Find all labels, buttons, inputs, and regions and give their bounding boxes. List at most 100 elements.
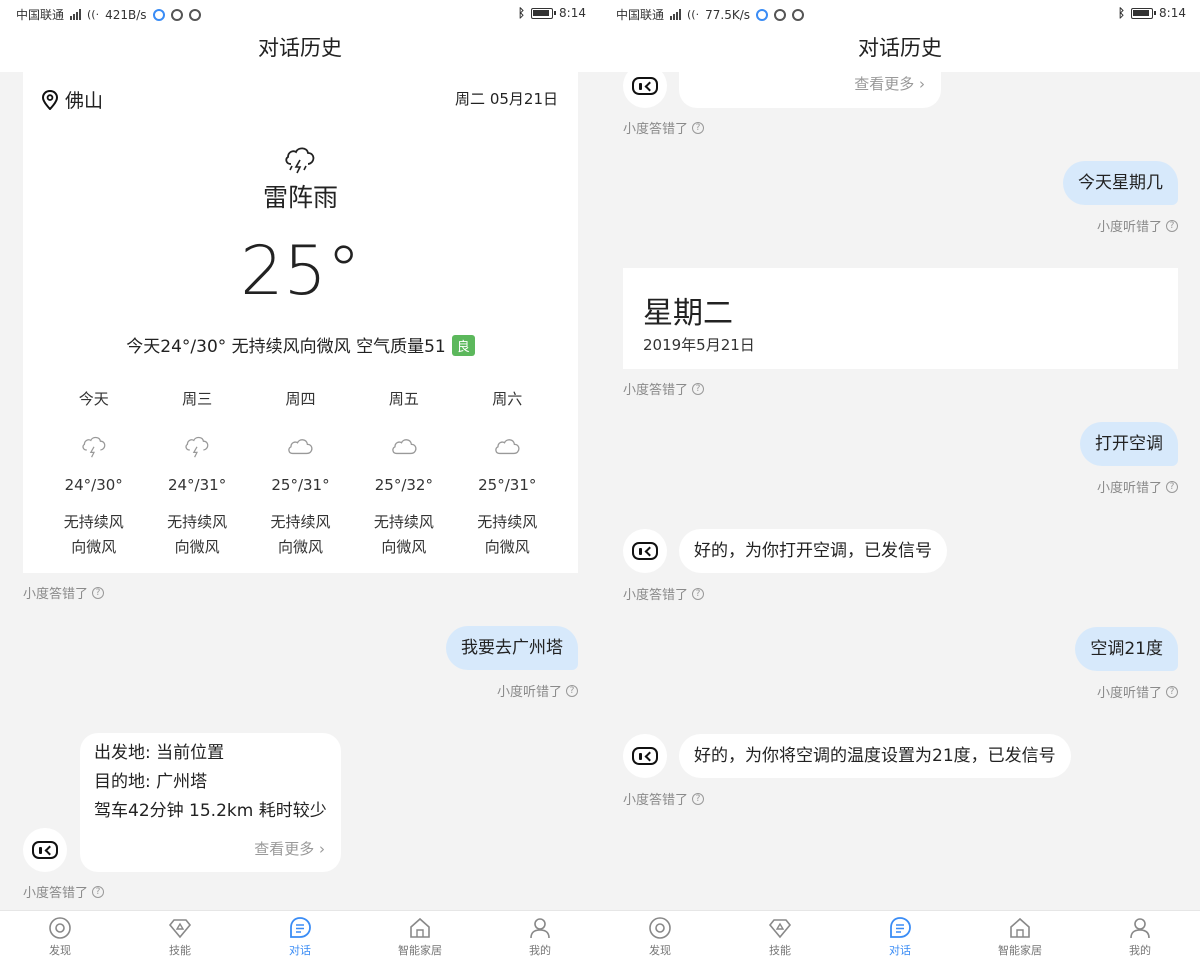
weekday-label: 星期二: [643, 296, 733, 331]
tab-smart-home[interactable]: 智能家居: [360, 911, 480, 960]
weather-location: 佛山: [41, 86, 103, 113]
discover-icon: [49, 917, 71, 939]
robot-face-icon: [632, 747, 658, 765]
feedback-text: 小度答错了: [623, 588, 689, 603]
bot-message-bubble[interactable]: 好的，为你打开空调，已发信号: [679, 529, 947, 573]
see-more-link[interactable]: 查看更多 ›: [254, 838, 325, 859]
forecast-day: 周四 25°/31° 无持续风 向微风: [249, 388, 352, 560]
route-info: 驾车42分钟 15.2km 耗时较少: [94, 801, 327, 821]
bot-feedback-link[interactable]: 小度答错了?: [623, 118, 705, 137]
full-date-label: 2019年5月21日: [643, 336, 755, 354]
status-bar: 中国联通 ((· 77.5K/s ᛒ 8:14: [600, 0, 1200, 28]
feedback-text: 小度听错了: [1096, 481, 1162, 496]
smart-home-icon: [1010, 917, 1030, 938]
forecast-day-label: 周三: [182, 390, 213, 408]
cloud-icon: [288, 439, 313, 455]
tab-smart-home[interactable]: 智能家居: [960, 911, 1080, 960]
see-more-link[interactable]: 查看更多 ›: [854, 73, 925, 94]
feedback-text: 小度听错了: [1096, 220, 1162, 235]
wifi-icon: ((·: [687, 8, 700, 21]
status-bar: 中国联通 ((· 421B/s ᛒ 8:14: [0, 0, 600, 28]
forecast-row: 今天 24°/30° 无持续风 向微风 周三 24°/31° 无持续风 向微风 周四…: [42, 388, 559, 560]
right-screen: 中国联通 ((· 77.5K/s ᛒ 8:14 查看更多 › 对话历史 小度答错…: [600, 0, 1200, 960]
forecast-wind-line1: 无持续风: [270, 513, 331, 531]
user-feedback-link[interactable]: 小度听错了?: [1097, 216, 1178, 235]
bottom-nav: 发现 技能 对话 智能家居 我的: [0, 910, 600, 960]
thunderstorm-icon: [82, 436, 106, 458]
discover-icon: [649, 917, 671, 939]
tab-label: 对话: [889, 944, 911, 957]
location-pin-icon: [41, 89, 59, 110]
date-card[interactable]: 星期二 2019年5月21日: [623, 268, 1178, 369]
robot-face-icon: [632, 542, 658, 560]
air-quality-badge: 良: [451, 335, 475, 356]
tab-chat[interactable]: 对话: [240, 911, 360, 960]
tab-skills[interactable]: 技能: [720, 911, 840, 960]
tab-label: 智能家居: [398, 944, 442, 957]
user-feedback-link[interactable]: 小度听错了?: [1097, 477, 1178, 496]
route-origin: 出发地: 当前位置: [94, 743, 225, 763]
tab-label: 我的: [529, 944, 551, 957]
smart-home-icon: [410, 917, 430, 938]
help-icon: ?: [92, 885, 105, 898]
user-message-bubble[interactable]: 我要去广州塔: [446, 626, 578, 670]
tab-profile[interactable]: 我的: [480, 911, 600, 960]
weather-date: 周二 05月21日: [455, 90, 558, 108]
route-card[interactable]: 出发地: 当前位置 目的地: 广州塔 驾车42分钟 15.2km 耗时较少 查看…: [80, 733, 341, 872]
net-speed: 421B/s: [105, 7, 147, 22]
bot-feedback-link[interactable]: 小度答错了?: [23, 882, 105, 901]
help-icon: ?: [692, 121, 705, 134]
net-speed: 77.5K/s: [705, 7, 750, 22]
feedback-text: 小度答错了: [623, 122, 689, 137]
forecast-wind-line1: 无持续风: [167, 513, 228, 531]
battery-icon: [531, 7, 557, 19]
forecast-temp: 24°/30°: [64, 476, 123, 494]
app-status-icon: [170, 8, 183, 21]
tab-discover[interactable]: 发现: [0, 911, 120, 960]
forecast-wind: 无持续风 向微风: [42, 510, 145, 560]
forecast-temp: 25°/31°: [271, 476, 330, 494]
sync-icon: [756, 8, 768, 21]
forecast-wind-line1: 无持续风: [63, 513, 124, 531]
forecast-wind-line2: 向微风: [484, 538, 530, 556]
help-icon: ?: [692, 587, 705, 600]
tab-chat[interactable]: 对话: [840, 911, 960, 960]
bot-feedback-link[interactable]: 小度答错了?: [623, 379, 705, 398]
user-feedback-link[interactable]: 小度听错了?: [1097, 682, 1178, 701]
current-temperature: 25°: [240, 232, 361, 311]
carrier-label: 中国联通: [16, 8, 65, 22]
bottom-nav: 发现 技能 对话 智能家居 我的: [600, 910, 1200, 960]
feedback-text: 小度答错了: [23, 886, 89, 901]
page-title: 对话历史: [600, 28, 1200, 72]
tab-profile[interactable]: 我的: [1080, 911, 1200, 960]
feedback-text: 小度听错了: [496, 685, 562, 700]
user-message-bubble[interactable]: 今天星期几: [1063, 161, 1178, 205]
user-message-bubble[interactable]: 空调21度: [1075, 627, 1178, 671]
forecast-wind: 无持续风 向微风: [456, 510, 559, 560]
bot-feedback-link[interactable]: 小度答错了?: [623, 584, 705, 603]
user-feedback-link[interactable]: 小度听错了?: [497, 681, 578, 700]
forecast-temp: 25°/31°: [478, 476, 537, 494]
profile-icon: [530, 918, 550, 939]
tab-label: 对话: [289, 944, 311, 957]
tab-skills[interactable]: 技能: [120, 911, 240, 960]
user-message-bubble[interactable]: 打开空调: [1080, 422, 1178, 466]
tab-label: 发现: [649, 944, 671, 957]
signal-icon: [70, 9, 82, 20]
feedback-text: 小度答错了: [23, 587, 89, 602]
feedback-text: 小度答错了: [623, 793, 689, 808]
tab-discover[interactable]: 发现: [600, 911, 720, 960]
route-destination: 目的地: 广州塔: [94, 772, 208, 792]
bot-message-bubble[interactable]: 好的，为你将空调的温度设置为21度，已发信号: [679, 734, 1071, 778]
profile-icon: [1130, 918, 1150, 939]
tab-label: 技能: [769, 944, 791, 957]
hotspot-icon: [188, 8, 201, 21]
bot-feedback-link[interactable]: 小度答错了?: [623, 789, 705, 808]
help-icon: ?: [1166, 219, 1178, 232]
forecast-day: 今天 24°/30° 无持续风 向微风: [42, 388, 145, 560]
weather-condition: 雷阵雨: [262, 183, 338, 212]
skills-icon: [768, 919, 792, 939]
weather-card[interactable]: 佛山 周二 05月21日 雷阵雨 25° 今天24°/30° 无持续风向微风 空…: [23, 72, 578, 573]
wifi-icon: ((·: [87, 8, 100, 21]
bot-feedback-link[interactable]: 小度答错了?: [23, 583, 105, 602]
